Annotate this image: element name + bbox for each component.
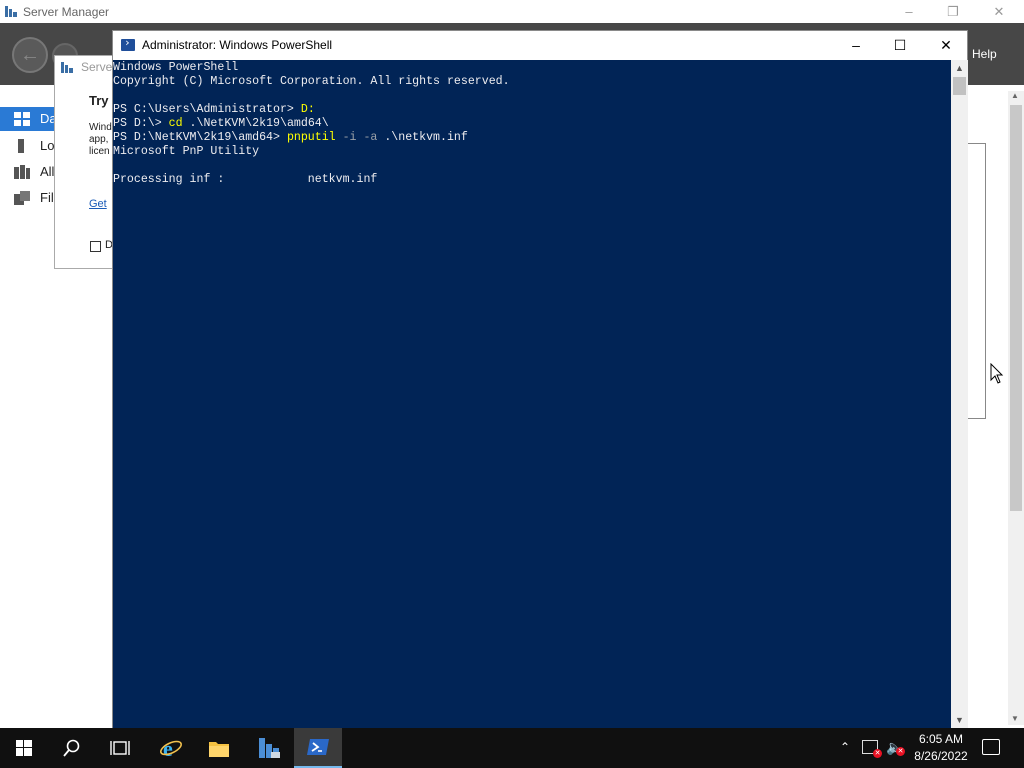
console-text: .\netkvm.inf xyxy=(377,131,468,144)
console-line: PS D:\NetKVM\2k19\amd64> pnputil -i -a .… xyxy=(113,131,510,145)
console-text: PS D:\NetKVM\2k19\amd64> xyxy=(113,131,287,144)
volume-error-icon: ✕ xyxy=(896,747,905,756)
file-services-icon xyxy=(14,191,30,205)
content-panel-edge xyxy=(968,143,986,419)
folder-icon xyxy=(209,742,229,757)
server-manager-content-edge: ▲ ▼ xyxy=(968,85,1024,728)
console-line: PS D:\> cd .\NetKVM\2k19\amd64\ xyxy=(113,117,510,131)
volume-muted-icon[interactable]: 🔈 ✕ xyxy=(886,739,905,756)
console-line: Microsoft PnP Utility xyxy=(113,145,510,159)
windows-logo-icon xyxy=(16,740,32,756)
taskbar: e ⌃ ✕ 🔈 ✕ 6:05 AM 8/26/2022 xyxy=(0,728,1024,768)
server-manager-icon xyxy=(5,6,17,17)
sidebar-item-label: All xyxy=(40,164,55,179)
mouse-pointer-icon xyxy=(990,363,1004,384)
powershell-icon: › xyxy=(121,36,135,51)
console-text: PS C:\Users\Administrator> xyxy=(113,103,301,116)
console-line: Windows PowerShell xyxy=(113,61,510,75)
scroll-down-icon[interactable]: ▼ xyxy=(955,715,964,725)
console-text: .\NetKVM\2k19\amd64\ xyxy=(182,117,329,130)
ps-maximize-button[interactable]: ☐ xyxy=(877,31,923,60)
scroll-up-icon[interactable]: ▲ xyxy=(1011,91,1019,100)
powershell-button[interactable] xyxy=(294,728,342,768)
internet-explorer-icon: e xyxy=(160,736,182,760)
all-servers-icon xyxy=(14,165,30,179)
powershell-window: › Administrator: Windows PowerShell – ☐ … xyxy=(112,30,968,728)
search-button[interactable] xyxy=(48,728,96,768)
sidebar-item-label: Lo xyxy=(40,138,55,153)
console-text: D: xyxy=(300,103,315,116)
console-line: Processing inf : netkvm.inf xyxy=(113,173,510,187)
console-line: PS C:\Users\Administrator> D: xyxy=(113,103,510,117)
console-text: Processing inf : netkvm.inf xyxy=(113,173,378,186)
scrollbar-thumb[interactable] xyxy=(953,77,966,95)
network-error-icon: ✕ xyxy=(873,749,882,758)
console-text: Windows PowerShell xyxy=(113,61,239,74)
scrollbar-thumb[interactable] xyxy=(1010,105,1022,511)
network-icon[interactable]: ✕ xyxy=(862,740,882,758)
task-view-icon xyxy=(110,741,130,755)
dialog-checkbox[interactable] xyxy=(90,241,101,252)
powershell-console[interactable]: Windows PowerShell Copyright (C) Microsof… xyxy=(113,60,951,728)
server-manager-titlebar: Server Manager – ❐ ✕ xyxy=(0,0,1024,23)
sm-restore-button[interactable]: ❐ xyxy=(930,0,976,23)
server-manager-button[interactable] xyxy=(244,728,292,768)
console-text: Microsoft PnP Utility xyxy=(113,145,260,158)
server-manager-dialog: Server Try Wind app, licen Get D xyxy=(54,55,116,269)
server-manager-icon xyxy=(61,62,73,73)
console-text: PS D:\> xyxy=(113,117,169,130)
console-text: cd xyxy=(168,117,183,130)
clock-time[interactable]: 6:05 AM xyxy=(910,732,972,746)
sm-minimize-button[interactable]: – xyxy=(886,0,932,23)
dialog-heading: Try xyxy=(89,93,109,108)
console-output: Windows PowerShell Copyright (C) Microsof… xyxy=(113,61,510,187)
help-menu[interactable]: Help xyxy=(972,47,997,61)
back-arrow-icon[interactable]: ← xyxy=(12,37,48,73)
task-view-button[interactable] xyxy=(96,728,144,768)
console-text: Copyright (C) Microsoft Corporation. All… xyxy=(113,75,510,88)
scroll-down-icon[interactable]: ▼ xyxy=(1011,714,1019,723)
ps-minimize-button[interactable]: – xyxy=(833,31,879,60)
search-icon xyxy=(63,739,80,757)
console-line: Copyright (C) Microsoft Corporation. All… xyxy=(113,75,510,89)
console-text: pnputil xyxy=(286,131,336,144)
server-manager-title: Server Manager xyxy=(23,5,110,19)
local-server-icon xyxy=(18,139,24,153)
sm-close-button[interactable]: ✕ xyxy=(976,0,1022,23)
file-explorer-button[interactable] xyxy=(195,728,243,768)
powershell-titlebar[interactable]: › Administrator: Windows PowerShell – ☐ … xyxy=(113,31,967,60)
scroll-up-icon[interactable]: ▲ xyxy=(955,63,964,73)
system-tray: ⌃ ✕ 🔈 ✕ 6:05 AM 8/26/2022 xyxy=(836,728,1024,768)
dialog-link[interactable]: Get xyxy=(89,198,107,210)
console-text: -i -a xyxy=(335,131,378,144)
powershell-icon xyxy=(307,739,329,755)
server-manager-icon xyxy=(259,738,280,758)
internet-explorer-button[interactable]: e xyxy=(147,728,195,768)
powershell-scrollbar[interactable]: ▲ ▼ xyxy=(951,60,968,728)
svg-text:e: e xyxy=(163,736,173,760)
powershell-title: Administrator: Windows PowerShell xyxy=(142,38,333,52)
start-button[interactable] xyxy=(0,728,48,768)
ps-close-button[interactable]: ✕ xyxy=(923,31,969,60)
server-manager-scrollbar[interactable]: ▲ ▼ xyxy=(1008,91,1024,725)
clock-date[interactable]: 8/26/2022 xyxy=(910,749,972,763)
action-center-icon[interactable] xyxy=(982,739,1000,755)
dashboard-icon xyxy=(14,112,30,126)
show-hidden-icons-icon[interactable]: ⌃ xyxy=(840,740,850,754)
